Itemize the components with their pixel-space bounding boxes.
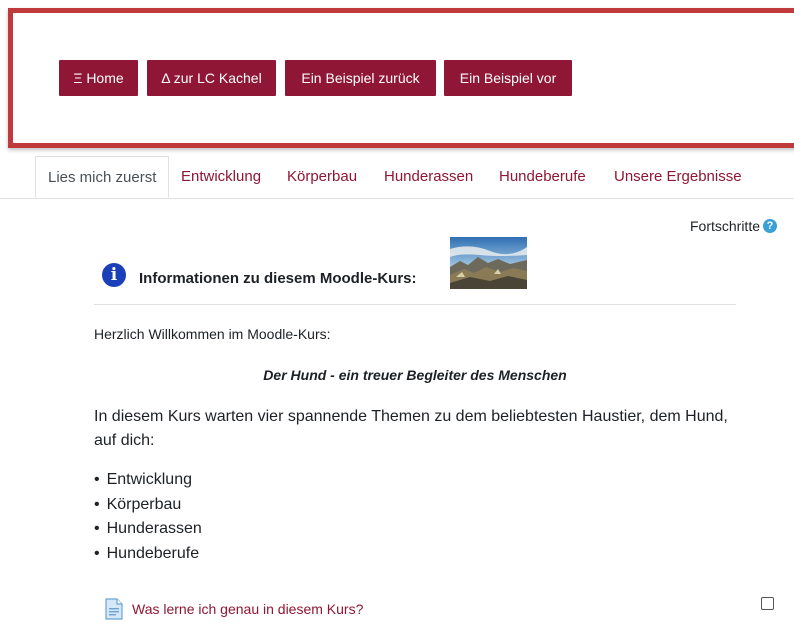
info-icon: i: [102, 263, 126, 287]
tab-koerperbau[interactable]: Körperbau: [287, 156, 357, 198]
activity-item: Was lerne ich genau in diesem Kurs?: [105, 595, 363, 623]
section-tabs: Lies mich zuerst Entwicklung Körperbau H…: [0, 156, 794, 199]
question-icon[interactable]: ?: [763, 219, 777, 233]
list-item: Hunderassen: [94, 517, 202, 542]
divider: [94, 304, 736, 305]
course-subtitle: Der Hund - ein treuer Begleiter des Mens…: [263, 367, 567, 383]
topic-list: Entwicklung Körperbau Hunderassen Hundeb…: [94, 468, 202, 566]
home-button[interactable]: Ξ Home: [59, 60, 138, 96]
tile-button[interactable]: Δ zur LC Kachel: [147, 60, 276, 96]
progress-label: Fortschritte: [689, 218, 760, 234]
navigation-panel: Ξ Home Δ zur LC Kachel Ein Beispiel zurü…: [8, 8, 794, 148]
list-item: Körperbau: [94, 493, 202, 518]
info-section: i Informationen zu diesem Moodle-Kurs:: [102, 234, 742, 302]
next-example-button[interactable]: Ein Beispiel vor: [444, 60, 572, 96]
list-item: Hundeberufe: [94, 542, 202, 567]
tab-hundeberufe[interactable]: Hundeberufe: [499, 156, 586, 198]
info-title: Informationen zu diesem Moodle-Kurs:: [139, 270, 417, 287]
progress-indicator: Fortschritte ?: [690, 218, 777, 234]
tab-entwicklung[interactable]: Entwicklung: [181, 156, 261, 198]
intro-text: In diesem Kurs warten vier spannende The…: [94, 408, 728, 449]
previous-example-button[interactable]: Ein Beispiel zurück: [285, 60, 436, 96]
welcome-text: Herzlich Willkommen im Moodle-Kurs:: [94, 326, 331, 342]
page-icon: [105, 598, 123, 620]
tab-lies-mich-zuerst[interactable]: Lies mich zuerst: [35, 156, 170, 198]
list-item: Entwicklung: [94, 468, 202, 493]
activity-link[interactable]: Was lerne ich genau in diesem Kurs?: [132, 601, 363, 617]
tab-hunderassen[interactable]: Hunderassen: [384, 156, 473, 198]
landscape-photo: [450, 237, 527, 289]
completion-checkbox[interactable]: [761, 597, 774, 610]
tab-unsere-ergebnisse[interactable]: Unsere Ergebnisse: [614, 156, 742, 198]
